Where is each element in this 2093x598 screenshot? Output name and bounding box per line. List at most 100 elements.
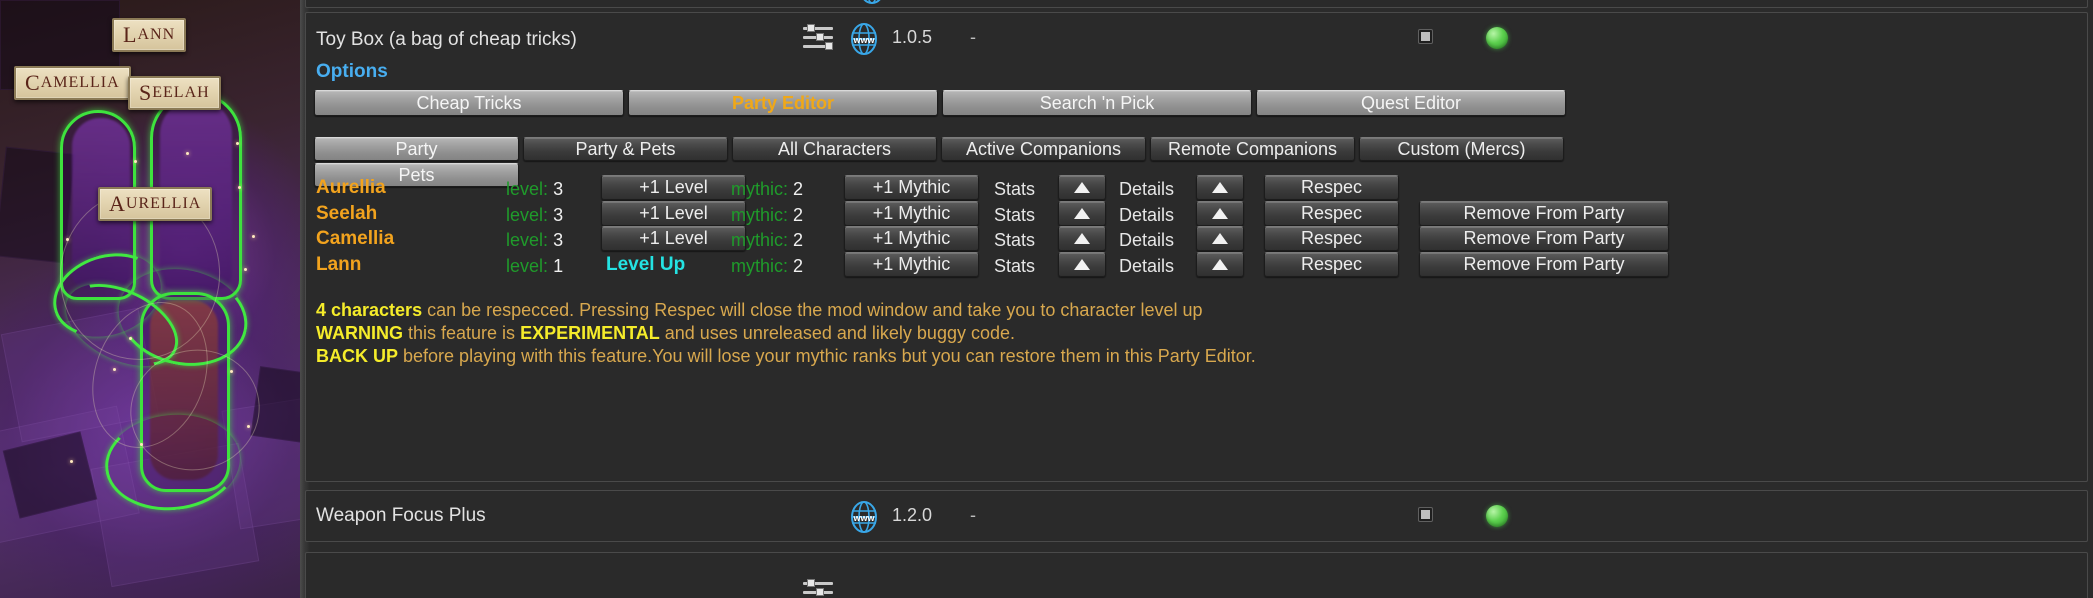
tab-search-n-pick[interactable]: Search 'n Pick	[942, 90, 1252, 116]
character-name: Camellia	[316, 228, 395, 249]
nameplate-seelah[interactable]: S EELAH	[128, 76, 221, 110]
mod-checkbox[interactable]	[1418, 29, 1433, 44]
stats-expand-button[interactable]	[1058, 226, 1106, 251]
subtab-party[interactable]: Party	[314, 137, 519, 161]
ember-particle	[236, 142, 239, 145]
tab-party-editor[interactable]: Party Editor	[628, 90, 938, 116]
notice-warning-text-1: this feature is	[403, 323, 521, 343]
screen: LANN CAMELLIA SEELAH AURELLIA www	[0, 0, 2093, 598]
mod-title: Toy Box (a bag of cheap tricks)	[316, 29, 577, 50]
mod-status-orb[interactable]	[1486, 27, 1508, 49]
triangle-up-icon	[1212, 259, 1228, 270]
subtab-remote-companions[interactable]: Remote Companions	[1150, 137, 1355, 161]
plus-one-mythic-button[interactable]: +1 Mythic	[844, 201, 979, 226]
notice-backup: BACK UP before playing with this feature…	[316, 346, 1256, 367]
tab-quest-editor[interactable]: Quest Editor	[1256, 90, 1566, 116]
mod-block-partial-top: www	[305, 0, 2088, 8]
mythic-key: mythic	[731, 230, 784, 250]
plus-one-level-button[interactable]: +1 Level	[601, 226, 746, 251]
mod-header-toy-box: Toy Box (a bag of cheap tricks) www 1.0.…	[306, 13, 2087, 65]
remove-from-party-button[interactable]: Remove From Party	[1419, 226, 1669, 251]
plus-one-mythic-button[interactable]: +1 Mythic	[844, 226, 979, 251]
stats-expand-button[interactable]	[1058, 252, 1106, 277]
triangle-up-icon	[1074, 182, 1090, 193]
character-name: Seelah	[316, 203, 378, 224]
respec-button[interactable]: Respec	[1264, 201, 1399, 226]
character-name: Lann	[316, 254, 362, 275]
mod-title: Weapon Focus Plus	[316, 505, 486, 526]
nameplate-initial: A	[109, 191, 126, 216]
stats-expand-button[interactable]	[1058, 201, 1106, 226]
button-label: Respec	[1300, 254, 1363, 274]
mythic-value: 2	[793, 256, 804, 276]
settings-sliders-icon[interactable]	[803, 24, 837, 52]
nameplate-rest: URELLIA	[125, 195, 202, 212]
level-key: level	[506, 179, 544, 199]
nameplate-lann[interactable]: L ANN	[112, 18, 187, 52]
level-value: 1	[553, 256, 564, 276]
level-value: 3	[553, 230, 564, 250]
stats-expand-button[interactable]	[1058, 175, 1106, 200]
button-label: +1 Mythic	[872, 228, 951, 248]
details-expand-button[interactable]	[1196, 175, 1244, 200]
mythic-value: 2	[793, 179, 804, 199]
nameplate-aurellia[interactable]: A URELLIA	[98, 187, 213, 221]
button-label: Remove From Party	[1463, 203, 1625, 223]
subtab-party-and-pets[interactable]: Party & Pets	[523, 137, 728, 161]
subtab-custom-mercs[interactable]: Custom (Mercs)	[1359, 137, 1564, 161]
remove-from-party-button[interactable]: Remove From Party	[1419, 252, 1669, 277]
ember-particle	[70, 460, 73, 463]
plus-one-mythic-button[interactable]: +1 Mythic	[844, 175, 979, 200]
nameplate-rest: ANN	[137, 26, 176, 43]
button-label: +1 Mythic	[872, 254, 951, 274]
details-expand-button[interactable]	[1196, 201, 1244, 226]
respec-button[interactable]: Respec	[1264, 175, 1399, 200]
nameplate-initial: L	[123, 22, 138, 47]
subtab-all-characters[interactable]: All Characters	[732, 137, 937, 161]
subtab-label: Custom (Mercs)	[1397, 138, 1526, 159]
nameplate-initial: S	[139, 80, 153, 105]
details-expand-button[interactable]	[1196, 226, 1244, 251]
character-name: Aurellia	[316, 177, 386, 198]
ember-particle	[140, 443, 143, 446]
www-icon[interactable]: www	[855, 0, 889, 5]
nameplate-camellia[interactable]: C AMELLIA	[14, 66, 131, 100]
settings-sliders-icon[interactable]	[803, 579, 837, 598]
plus-one-level-button[interactable]: +1 Level	[601, 175, 746, 200]
subtab-active-companions[interactable]: Active Companions	[941, 137, 1146, 161]
level-value: 3	[553, 205, 564, 225]
respec-button[interactable]: Respec	[1264, 226, 1399, 251]
button-label: +1 Level	[639, 177, 708, 197]
respec-button[interactable]: Respec	[1264, 252, 1399, 277]
triangle-up-icon	[1212, 208, 1228, 219]
ember-particle	[252, 235, 255, 238]
details-label: Details	[1119, 179, 1175, 199]
character-mythic: mythic: 2	[731, 205, 804, 225]
ember-particle	[230, 370, 233, 373]
details-expand-button[interactable]	[1196, 252, 1244, 277]
tab-cheap-tricks[interactable]: Cheap Tricks	[314, 90, 624, 116]
plus-one-level-button[interactable]: +1 Level	[601, 201, 746, 226]
www-icon[interactable]: www	[847, 22, 881, 56]
mod-block-toy-box: Toy Box (a bag of cheap tricks) www 1.0.…	[305, 12, 2088, 482]
www-icon[interactable]: www	[847, 500, 881, 534]
mod-version: 1.2.0	[892, 505, 933, 525]
details-label: Details	[1119, 205, 1175, 225]
plus-one-mythic-button[interactable]: +1 Mythic	[844, 252, 979, 277]
subtab-label: Remote Companions	[1167, 138, 1338, 159]
stats-label: Stats	[994, 230, 1036, 250]
notice-respec-text: can be respecced. Pressing Respec will c…	[422, 300, 1203, 320]
mod-status-dash: -	[970, 505, 976, 525]
level-value: 3	[553, 179, 564, 199]
button-label: Respec	[1300, 228, 1363, 248]
ember-particle	[113, 368, 116, 371]
options-label: Options	[316, 61, 388, 82]
mod-checkbox[interactable]	[1418, 507, 1433, 522]
level-key: level	[506, 205, 544, 225]
remove-from-party-button[interactable]: Remove From Party	[1419, 201, 1669, 226]
unity-mod-manager-panel: www Toy Box (a bag of cheap tricks)	[300, 0, 2093, 598]
character-mythic: mythic: 2	[731, 179, 804, 199]
mod-status-orb[interactable]	[1486, 505, 1508, 527]
game-viewport: L ANN C AMELLIA S EELAH A URELLIA	[0, 0, 300, 598]
mythic-value: 2	[793, 205, 804, 225]
